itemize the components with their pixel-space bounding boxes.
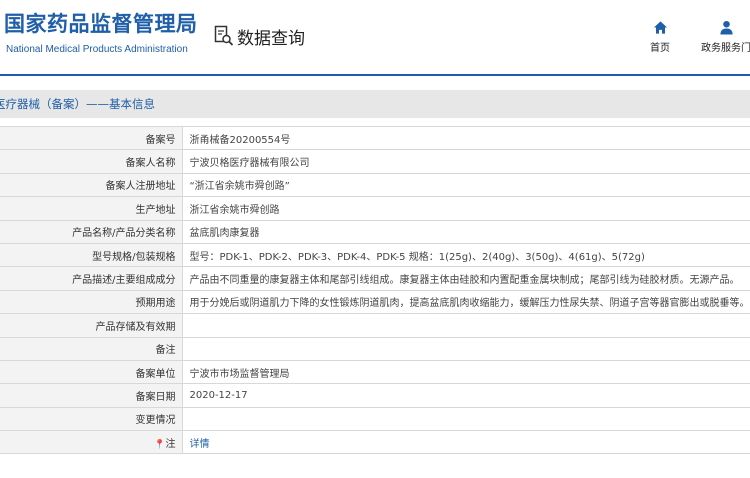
table-row: 备注 (0, 337, 750, 361)
table-row: 产品存储及有效期 (0, 313, 750, 338)
row-label: 产品描述/主要组成成分 (0, 266, 183, 291)
row-label: 备注 (0, 337, 183, 361)
note-value-cell: 详情 (182, 430, 750, 455)
row-label: 备案号 (0, 125, 183, 151)
record-table: 备案号 浙甬械备20200554号 备案人名称 宁波贝格医疗器械有限公司 备案人… (0, 125, 750, 455)
row-value: 盆底肌肉康复器 (182, 220, 750, 244)
details-link[interactable]: 详情 (190, 439, 210, 450)
site-logo-en: National Medical Products Administration (6, 44, 188, 55)
row-value: 宁波贝格医疗器械有限公司 (182, 149, 750, 174)
row-label: 备案人注册地址 (0, 173, 183, 198)
row-label: 产品名称/产品分类名称 (0, 220, 183, 244)
row-label: 备案人名称 (0, 149, 183, 174)
table-row: 变更情况 (0, 407, 750, 432)
section-title: 医疗器械（备案）——基本信息 (0, 97, 155, 111)
row-value: 型号：PDK-1、PDK-2、PDK-3、PDK-4、PDK-5 规格：1(25… (182, 243, 750, 268)
table-row: 型号规格/包装规格 型号：PDK-1、PDK-2、PDK-3、PDK-4、PDK… (0, 243, 750, 268)
row-label: 备案日期 (0, 383, 183, 408)
note-label-cell: 📍注 (0, 430, 183, 455)
document-search-icon (214, 25, 234, 46)
table-row: 预期用途 用于分娩后或阴道肌力下降的女性锻炼阴道肌肉，提高盆底肌肉收缩能力，缓解… (0, 290, 750, 315)
row-label: 生产地址 (0, 196, 183, 221)
row-value: 宁波市市场监督管理局 (182, 360, 750, 385)
table-row: 备案人名称 宁波贝格医疗器械有限公司 (0, 149, 750, 174)
table-row: 备案单位 宁波市市场监督管理局 (0, 360, 750, 385)
nav-home[interactable]: 首页 (650, 20, 670, 54)
nav-gov-service[interactable]: 政务服务门 (701, 20, 750, 54)
home-icon (653, 21, 667, 34)
data-query-link[interactable]: 数据查询 (214, 24, 305, 49)
table-row: 备案日期 2020-12-17 (0, 383, 750, 408)
note-label: 注 (165, 438, 176, 450)
user-icon (719, 20, 733, 35)
row-value: “浙江省余姚市舜创路” (182, 173, 750, 198)
section-bar: 医疗器械（备案）——基本信息 (0, 90, 750, 118)
data-query-label: 数据查询 (237, 28, 305, 49)
site-logo-cn[interactable]: 国家药品监督管理局 (4, 8, 198, 38)
row-value (182, 407, 750, 432)
table-row: 产品名称/产品分类名称 盆底肌肉康复器 (0, 220, 750, 244)
table-row: 备案人注册地址 “浙江省余姚市舜创路” (0, 173, 750, 198)
row-label: 预期用途 (0, 290, 183, 315)
location-pin-icon: 📍 (154, 439, 166, 450)
row-value (182, 337, 750, 361)
row-value: 2020-12-17 (182, 383, 750, 408)
site-header: 国家药品监督管理局 National Medical Products Admi… (0, 0, 750, 76)
nav-home-label: 首页 (650, 43, 670, 54)
nav-gov-service-label: 政务服务门 (701, 43, 750, 54)
table-row-note: 📍注 详情 (0, 430, 750, 455)
table-row: 备案号 浙甬械备20200554号 (0, 125, 750, 151)
row-value (182, 313, 750, 338)
table-row: 生产地址 浙江省余姚市舜创路 (0, 196, 750, 221)
row-label: 备案单位 (0, 360, 183, 385)
row-label: 产品存储及有效期 (0, 313, 183, 338)
row-value: 浙甬械备20200554号 (182, 125, 750, 151)
row-value: 产品由不同重量的康复器主体和尾部引线组成。康复器主体由硅胶和内置配重金属块制成；… (182, 266, 750, 291)
row-value: 用于分娩后或阴道肌力下降的女性锻炼阴道肌肉，提高盆底肌肉收缩能力，缓解压力性尿失… (182, 290, 750, 315)
row-label: 变更情况 (0, 407, 183, 432)
row-value: 浙江省余姚市舜创路 (182, 196, 750, 221)
table-row: 产品描述/主要组成成分 产品由不同重量的康复器主体和尾部引线组成。康复器主体由硅… (0, 266, 750, 291)
row-label: 型号规格/包装规格 (0, 243, 183, 268)
